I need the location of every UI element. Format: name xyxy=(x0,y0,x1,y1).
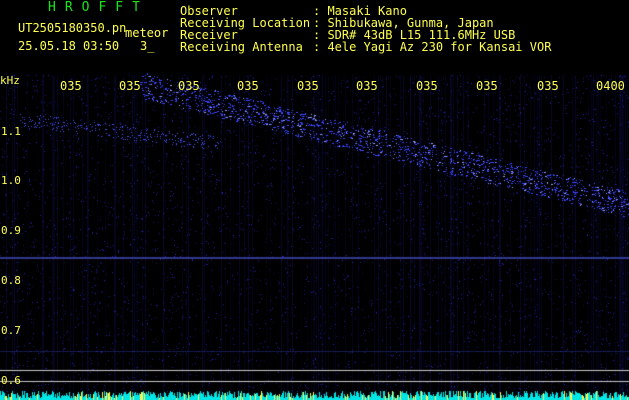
y-tick: 0.8 xyxy=(1,274,21,287)
x-tick: 035 xyxy=(60,79,82,93)
x-tick: 035 xyxy=(297,79,319,93)
y-tick: 0.6 xyxy=(1,374,21,387)
y-tick: 1.1 xyxy=(1,125,21,138)
antenna-label: Receiving Antenna xyxy=(180,40,303,54)
axis-unit: kHz xyxy=(0,74,20,87)
x-tick: 035 xyxy=(537,79,559,93)
meteor-count: 3_ xyxy=(140,39,155,53)
x-tick: 035 xyxy=(178,79,200,93)
x-tick: 035 xyxy=(356,79,378,93)
spectrogram xyxy=(0,0,629,400)
date-time: 25.05.18 03:50 xyxy=(18,39,120,53)
hrofft-window: HROFFT UT2505180350.pn meteor 25.05.18 0… xyxy=(0,0,629,400)
file-name: UT2505180350.pn xyxy=(18,21,127,35)
x-tick: 035 xyxy=(237,79,259,93)
y-tick: 0.7 xyxy=(1,324,21,337)
y-tick: 0.9 xyxy=(1,224,21,237)
x-tick: 0400 xyxy=(596,79,625,93)
y-tick: 1.0 xyxy=(1,174,21,187)
x-tick: 035 xyxy=(476,79,498,93)
app-logo: HROFFT xyxy=(48,0,149,15)
meteor-label: meteor xyxy=(125,26,169,40)
x-tick: 035 xyxy=(416,79,438,93)
antenna-value: : 4ele Yagi Az 230 for Kansai VOR xyxy=(313,40,552,54)
x-tick: 035 xyxy=(119,79,141,93)
